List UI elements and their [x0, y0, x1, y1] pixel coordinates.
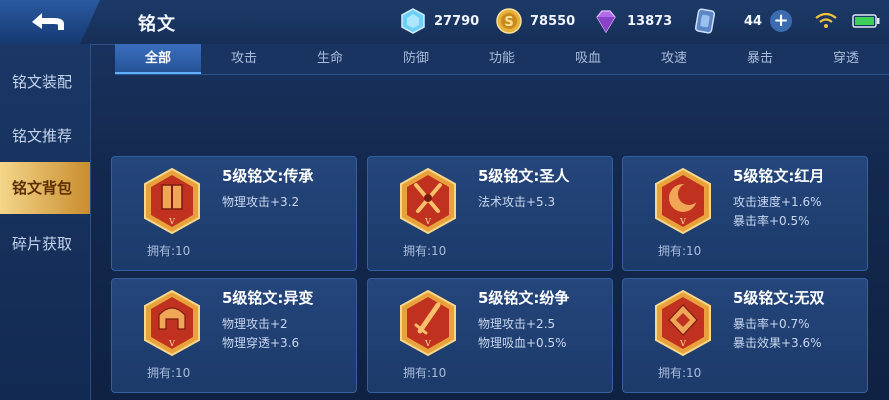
category-tabs: 全部 攻击 生命 防御 功能 吸血 攻速 暴击 穿透	[115, 44, 889, 75]
tab-utility[interactable]: 功能	[459, 44, 545, 74]
svg-text:V: V	[679, 217, 686, 226]
tab-all[interactable]: 全部	[115, 44, 201, 74]
page-title: 铭文	[138, 14, 176, 35]
diamond-resource: 27790	[400, 8, 479, 34]
owned-count: 拥有:10	[403, 366, 447, 380]
svg-text:V: V	[679, 339, 686, 348]
top-bar: 铭文 27790 S 78550 13873 44 +	[0, 0, 889, 45]
fragment-count: 44	[744, 13, 763, 29]
tab-penetration[interactable]: 穿透	[803, 44, 889, 74]
inscription-name: 5级铭文:异变	[222, 289, 314, 307]
inscription-card[interactable]: V 5级铭文:传承 物理攻击+3.2 拥有:10	[111, 156, 357, 271]
inscription-stat: 攻击速度+1.6%	[733, 195, 822, 209]
owned-count: 拥有:10	[403, 244, 447, 258]
back-button[interactable]	[0, 0, 100, 44]
svg-text:V: V	[168, 217, 175, 226]
diamond-count: 27790	[434, 13, 480, 29]
gold-coin-icon: S	[496, 8, 522, 34]
inscription-name: 5级铭文:纷争	[478, 289, 570, 307]
svg-text:V: V	[424, 217, 431, 226]
svg-text:S: S	[504, 15, 513, 30]
inscription-stat: 法术攻击+5.3	[478, 195, 556, 209]
inscription-stat: 暴击率+0.5%	[733, 214, 810, 228]
wifi-icon	[815, 13, 837, 28]
inscription-name: 5级铭文:圣人	[478, 167, 570, 185]
banner-icon: V	[144, 167, 200, 235]
crystal-resource: 13873	[593, 8, 672, 34]
inscription-name: 5级铭文:无双	[733, 289, 825, 307]
battery-icon	[852, 14, 880, 28]
owned-count: 拥有:10	[147, 244, 191, 258]
helmet-icon: V	[144, 289, 200, 357]
sidebar: 铭文装配 铭文推荐 铭文背包 碎片获取	[0, 44, 91, 400]
inscription-stat: 暴击率+0.7%	[733, 317, 810, 331]
svg-text:V: V	[424, 339, 431, 348]
inscription-stat: 物理攻击+2	[222, 317, 288, 331]
inscription-card[interactable]: V 5级铭文:无双 暴击率+0.7% 暴击效果+3.6% 拥有:10	[622, 278, 868, 393]
gold-resource: S 78550	[496, 8, 575, 34]
inscription-fragment-icon	[694, 8, 716, 34]
inscription-stat: 暴击效果+3.6%	[733, 336, 822, 350]
inscription-card[interactable]: V 5级铭文:圣人 法术攻击+5.3 拥有:10	[367, 156, 613, 271]
diamond-icon	[401, 8, 425, 34]
crescent-moon-icon: V	[655, 167, 711, 235]
sidebar-item-equip[interactable]: 铭文装配	[0, 62, 90, 102]
back-arrow-icon	[32, 13, 64, 30]
tab-attack[interactable]: 攻击	[201, 44, 287, 74]
sword-icon: V	[400, 289, 456, 357]
sidebar-item-recommend[interactable]: 铭文推荐	[0, 116, 90, 156]
owned-count: 拥有:10	[658, 244, 702, 258]
sidebar-item-backpack[interactable]: 铭文背包	[0, 162, 90, 214]
inscription-name: 5级铭文:传承	[222, 167, 314, 185]
inscription-stat: 物理穿透+3.6	[222, 336, 300, 350]
inscription-card[interactable]: V 5级铭文:异变 物理攻击+2 物理穿透+3.6 拥有:10	[111, 278, 357, 393]
owned-count: 拥有:10	[147, 366, 191, 380]
gold-count: 78550	[530, 13, 576, 29]
inscription-name: 5级铭文:红月	[733, 167, 825, 185]
inscription-card[interactable]: V 5级铭文:纷争 物理攻击+2.5 物理吸血+0.5% 拥有:10	[367, 278, 613, 393]
crossed-swords-icon: V	[400, 167, 456, 235]
tab-attack-speed[interactable]: 攻速	[631, 44, 717, 74]
owned-count: 拥有:10	[658, 366, 702, 380]
inscription-card[interactable]: V 5级铭文:红月 攻击速度+1.6% 暴击率+0.5% 拥有:10	[622, 156, 868, 271]
fragment-resource: 44 +	[692, 8, 793, 34]
tab-defense[interactable]: 防御	[373, 44, 459, 74]
tab-lifesteal[interactable]: 吸血	[545, 44, 631, 74]
gem-icon: V	[655, 289, 711, 357]
add-fragment-button[interactable]: +	[770, 10, 793, 32]
tab-critical[interactable]: 暴击	[717, 44, 803, 74]
inscription-stat: 物理攻击+3.2	[222, 195, 300, 209]
tab-health[interactable]: 生命	[287, 44, 373, 74]
crystal-count: 13873	[627, 13, 673, 29]
inscription-stat: 物理攻击+2.5	[478, 317, 556, 331]
sidebar-item-fragments[interactable]: 碎片获取	[0, 224, 90, 264]
svg-text:V: V	[168, 339, 175, 348]
crystal-icon	[596, 10, 616, 34]
inscription-stat: 物理吸血+0.5%	[478, 336, 567, 350]
